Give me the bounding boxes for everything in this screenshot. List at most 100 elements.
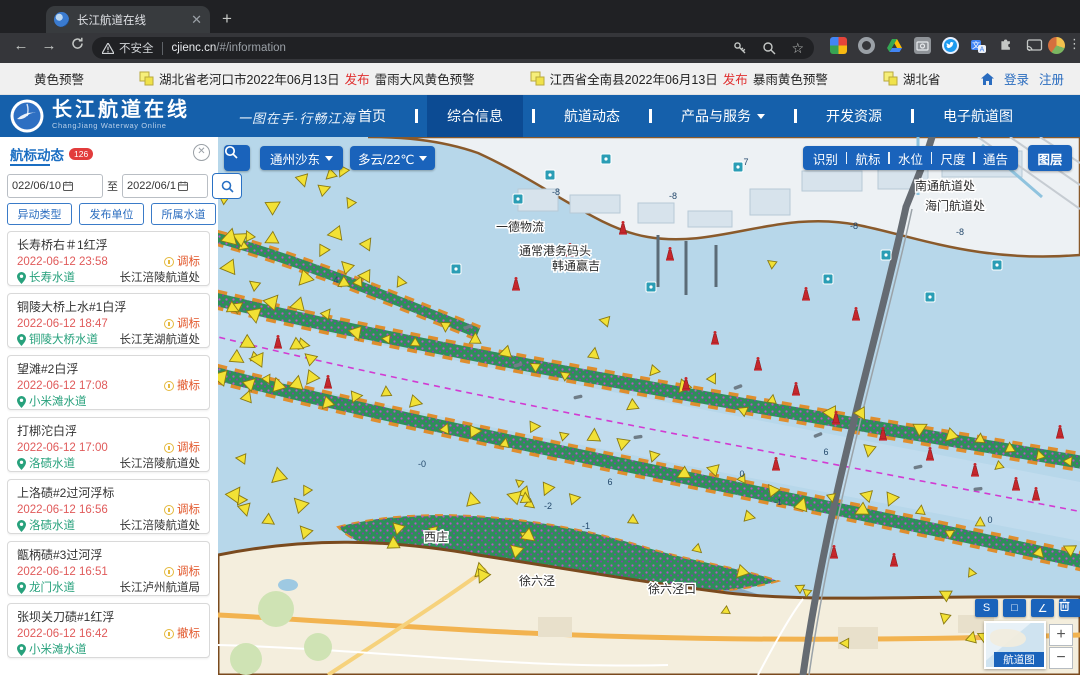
extension-screenshot-icon[interactable] [914,37,931,54]
card-title: 上洛碛#2过河浮标 [17,485,200,502]
extension-puzzle-icon[interactable] [998,37,1015,54]
back-icon[interactable]: ← [10,37,32,54]
card-waterway: 长寿水道 [17,270,75,286]
extension-drive-icon[interactable] [886,37,903,54]
weather-dropdown[interactable]: 多云/22℃ [350,146,435,170]
clear-trash-icon[interactable] [1059,599,1080,617]
key-icon[interactable] [733,41,747,55]
card-bottom-row: 小米滩水道 [17,642,200,658]
area-measure-icon[interactable]: □ [1003,599,1026,617]
map-search-button[interactable] [224,145,250,171]
filter-button-1[interactable]: 异动类型 [7,203,72,225]
address-bar[interactable]: 不安全 cjienc.cn /#/information ☆ [92,37,814,59]
cast-icon[interactable] [1026,37,1043,54]
buoy-activity-panel: 航标动态 126 ✕ 022/06/10 至 2022/06/1 异动 [0,137,218,675]
card-waterway: 洛碛水道 [17,456,75,472]
nav-item-2[interactable]: 综合信息 [427,95,523,137]
nav-item-1[interactable]: 首页 [338,95,406,137]
card-action: 调标 [164,440,200,456]
card-bottom-row: 长寿水道 长江涪陵航道处 [17,270,200,286]
card-action: 撤标 [164,378,200,394]
buoy-activity-card[interactable]: 望滩#2白浮2022-06-12 17:08撤标小米滩水道 [7,355,210,410]
calendar-icon [178,181,188,191]
distance-measure-icon[interactable]: S [975,599,998,617]
filter-buttons: 异动类型发布单位所属水道 [7,203,216,225]
card-agency: 长江涪陵航道处 [120,270,201,286]
buoy-activity-list: 长寿桥右＃1红浮2022-06-12 23:58调标长寿水道长江涪陵航道处铜陵大… [7,231,210,675]
map-tab-5[interactable]: 通告 [983,149,1008,168]
nav-item-4[interactable]: 产品与服务 [661,95,785,137]
zoom-in-button[interactable]: + [1049,624,1073,646]
home-icon [981,73,994,85]
nav-item-6[interactable]: 电子航道图 [923,95,1033,137]
layers-button[interactable]: 图层 [1028,145,1072,171]
map-place-label: 韩通赢吉 [552,258,600,273]
card-time: 2022-06-12 17:00 [17,440,108,456]
map-place-label: 海门航道处 [925,198,985,213]
depth-label: -8 [850,221,858,231]
card-time-row: 2022-06-12 16:42撤标 [17,626,200,642]
map-tab-3[interactable]: 水位 [898,149,923,168]
zoom-out-button[interactable]: − [1049,647,1073,669]
chart-canvas[interactable]: -87-8-84-0-26-10-10-86 一德物流通常港务码头韩通赢吉南通航… [218,137,1080,675]
browser-tab-bar: 长江航道在线 ✕ + [0,0,1080,33]
card-waterway-name: 洛碛水道 [29,518,75,534]
depth-label: -2 [544,501,552,511]
new-tab-button[interactable]: + [222,6,232,32]
tab-close-icon[interactable]: ✕ [191,12,202,28]
forward-icon[interactable]: → [38,37,60,54]
extension-photos-icon[interactable] [830,37,847,54]
map-tab-1[interactable]: 识别 [813,149,838,168]
map-tab-4[interactable]: 尺度 [940,149,965,168]
extension-translate-icon[interactable]: 文A [970,37,987,54]
date-from-input[interactable]: 022/06/10 [7,174,103,198]
buoy-activity-card[interactable]: 甑柄碛#3过河浮2022-06-12 16:51调标龙门水道长江泸州航道局 [7,541,210,596]
panel-close-icon[interactable]: ✕ [193,144,210,161]
filter-button-3[interactable]: 所属水道 [151,203,216,225]
site-name-en: ChangJiang Waterway Online [52,121,190,130]
card-bottom-row: 洛碛水道长江涪陵航道处 [17,456,200,472]
site-logo-icon [10,99,44,133]
depth-label: -1 [774,497,782,507]
browser-tab[interactable]: 长江航道在线 ✕ [46,6,210,33]
date-range-separator: 至 [107,178,118,194]
nav-item-label: 产品与服务 [681,106,751,126]
register-link[interactable]: 注册 [1039,69,1064,88]
browser-menu-dots-icon[interactable]: ⋮ [1068,36,1080,52]
card-waterway-name: 小米滩水道 [29,642,87,658]
buoy-activity-card[interactable]: 上洛碛#2过河浮标2022-06-12 16:56调标洛碛水道长江涪陵航道处 [7,479,210,534]
reach-selector-dropdown[interactable]: 通州沙东 [260,146,343,170]
buoy-activity-card[interactable]: 长寿桥右＃1红浮2022-06-12 23:58调标长寿水道长江涪陵航道处 [7,231,210,286]
alert-warning-icon [530,71,545,86]
reach-selector-value: 通州沙东 [270,149,320,168]
buoy-activity-card[interactable]: 张坝关刀碛#1红浮2022-06-12 16:42撤标小米滩水道 [7,603,210,658]
search-zoom-icon[interactable] [762,41,776,55]
card-action-label: 调标 [177,502,200,518]
reload-icon[interactable] [66,37,88,54]
search-button[interactable] [212,173,242,199]
depth-label: -8 [552,187,560,197]
angle-measure-icon[interactable]: ∠ [1031,599,1054,617]
login-link[interactable]: 登录 [1004,69,1029,88]
weather-alert-item: 湖北省老河口市2022年06月13日发布雷雨大风黄色预警 [139,69,475,88]
extension-twitter-icon[interactable] [942,37,959,54]
bookmark-star-icon[interactable]: ☆ [791,40,804,57]
depth-label: -8 [669,191,677,201]
buoy-activity-card[interactable]: 打梆沱白浮2022-06-12 17:00调标洛碛水道长江涪陵航道处 [7,417,210,472]
chevron-down-icon [757,114,765,119]
map-tab-2[interactable]: 航标 [855,149,880,168]
map-place-label: 通常港务码头 [519,243,591,258]
tool-separator [931,152,933,164]
extension-misc-icon[interactable] [1048,37,1065,54]
date-to-input[interactable]: 2022/06/1 [122,174,208,198]
alert-warning-icon [883,71,898,86]
nav-item-5[interactable]: 开发资源 [806,95,902,137]
clock-status-icon [164,319,174,329]
navigation-chart-map[interactable]: -87-8-84-0-26-10-10-86 一德物流通常港务码头韩通赢吉南通航… [218,137,1080,675]
nav-item-3[interactable]: 航道动态 [544,95,640,137]
filter-button-2[interactable]: 发布单位 [79,203,144,225]
buoy-activity-card[interactable]: 铜陵大桥上水#1白浮2022-06-12 18:47调标铜陵大桥水道长江芜湖航道… [7,293,210,348]
overview-minimap[interactable]: 航道图 [984,621,1046,669]
extension-circle-icon[interactable] [858,37,875,54]
depth-label: -0 [418,459,426,469]
